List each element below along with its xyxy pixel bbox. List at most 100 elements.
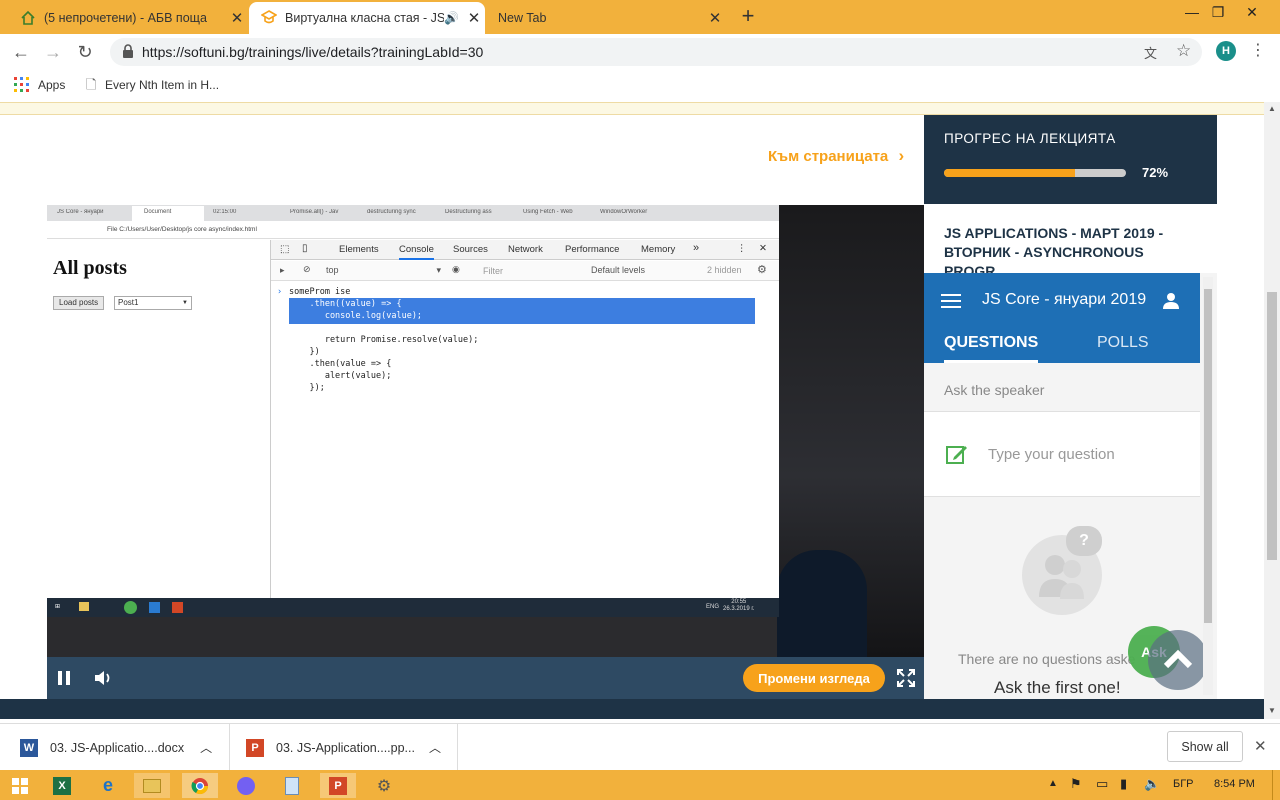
star-icon[interactable]: ☆ xyxy=(1176,41,1191,61)
restore-icon[interactable]: ❐ xyxy=(1204,4,1232,21)
tray-expand-icon[interactable]: ▲ xyxy=(1048,778,1058,789)
minimize-icon[interactable]: — xyxy=(1178,4,1206,20)
tray-language[interactable]: БГР xyxy=(1173,778,1194,790)
video-player[interactable]: JS Core - януари Document 02:15:00 Promi… xyxy=(47,205,924,699)
slido-scroll-thumb[interactable] xyxy=(1204,289,1212,623)
inner-select: Post1 ▼ xyxy=(114,296,192,310)
chevron-up-icon[interactable]: ︿ xyxy=(429,739,441,756)
code-line: console.log(value); xyxy=(289,311,423,321)
scroll-down-icon[interactable]: ▼ xyxy=(1268,706,1276,715)
tab-new-tab[interactable]: New Tab ✕ xyxy=(486,2,726,34)
question-input-card[interactable]: Type your question xyxy=(924,411,1200,497)
notepad-icon[interactable] xyxy=(274,773,310,798)
inner-address-bar: File C:/Users/User/Desktop/js core async… xyxy=(47,221,779,239)
inner-select-value: Post1 xyxy=(118,298,139,307)
progress-bar xyxy=(944,169,1126,177)
viber-icon[interactable] xyxy=(228,773,264,798)
user-icon[interactable] xyxy=(1162,292,1180,313)
bookmark-every-nth[interactable]: Every Nth Item in H... xyxy=(105,78,219,92)
settings-app-icon[interactable]: ⚙ xyxy=(366,773,402,798)
tab-polls[interactable]: POLLS xyxy=(1097,334,1149,352)
chevron-right-icon: › xyxy=(898,146,905,165)
new-tab-button[interactable]: + xyxy=(736,4,760,28)
page-scrollbar[interactable]: ▲ ▼ xyxy=(1264,102,1280,719)
pause-icon[interactable] xyxy=(56,670,72,689)
tray-volume-icon[interactable]: 🔈 xyxy=(1144,776,1160,792)
page-scroll-thumb[interactable] xyxy=(1267,292,1277,560)
speaker-icon[interactable]: 🔊 xyxy=(444,11,459,25)
translate-icon[interactable]: 文 xyxy=(1144,43,1157,62)
bookmark-apps[interactable]: Apps xyxy=(38,78,65,92)
close-icon[interactable]: ✕ xyxy=(704,9,726,27)
tab-title: New Tab xyxy=(498,11,547,25)
tab-abv-mail[interactable]: (5 непрочетени) - АБВ поща ✕ xyxy=(8,2,248,34)
scroll-top-button[interactable] xyxy=(1148,630,1208,690)
back-icon[interactable]: ← xyxy=(8,40,34,64)
powerpoint-taskbar-icon[interactable]: P xyxy=(320,773,356,798)
scroll-up-icon[interactable]: ▲ xyxy=(1268,104,1276,113)
tray-network-icon[interactable]: ▮ xyxy=(1120,776,1127,792)
inner-tab: JS Core - януари xyxy=(57,209,104,215)
forward-icon[interactable]: → xyxy=(40,40,66,64)
file-explorer-icon[interactable] xyxy=(134,773,170,798)
chrome-taskbar-icon[interactable] xyxy=(182,773,218,798)
powerpoint-icon xyxy=(172,602,183,613)
inner-tab: Using Fetch - Web xyxy=(523,209,573,215)
tab-virtual-classroom[interactable]: Виртуална класна стая - JS A 🔊 ✕ xyxy=(249,2,485,34)
chevron-up-icon[interactable]: ︿ xyxy=(200,739,212,756)
code-line: .then(value => { xyxy=(289,359,392,369)
inner-clock: 20:55 26.3.2019 г. xyxy=(723,599,754,613)
internet-explorer-icon[interactable]: e xyxy=(90,773,126,798)
tray-clock[interactable]: 8:54 PM xyxy=(1214,778,1255,790)
dropdown-arrow-icon: ▾ xyxy=(436,265,441,275)
tray-flag-icon[interactable]: ⚑ xyxy=(1070,776,1082,792)
inner-tab: Destructuring ass xyxy=(445,209,492,215)
progress-fill xyxy=(944,169,1076,177)
devtools-tabs: ⬚ ▯ Elements Console Sources Network Per… xyxy=(271,240,779,260)
url-text: https://softuni.bg/trainings/live/detail… xyxy=(142,44,484,60)
dropdown-arrow-icon: ▼ xyxy=(182,300,188,306)
window-close-icon[interactable]: ✕ xyxy=(1238,4,1266,21)
volume-icon[interactable] xyxy=(93,669,113,690)
show-desktop-button[interactable] xyxy=(1272,770,1280,800)
slido-scrollbar[interactable] xyxy=(1203,277,1213,695)
eye-icon: ◉ xyxy=(452,264,460,274)
more-menu-icon[interactable]: ⋮ xyxy=(1250,40,1266,60)
lecture-progress-panel: ПРОГРЕС НА ЛЕКЦИЯТА 72% xyxy=(924,115,1217,204)
show-all-button[interactable]: Show all xyxy=(1167,731,1243,762)
question-input[interactable]: Type your question xyxy=(988,446,1115,463)
tab-title: Виртуална класна стая - JS A xyxy=(285,11,445,25)
tab-questions[interactable]: QUESTIONS xyxy=(944,334,1039,363)
excel-icon[interactable]: X xyxy=(44,773,80,798)
windows-start-icon[interactable] xyxy=(2,773,38,798)
close-icon[interactable]: ✕ xyxy=(463,9,485,27)
apps-grid-icon[interactable] xyxy=(14,77,29,95)
close-icon[interactable]: ✕ xyxy=(226,9,248,27)
devtools-close-icon: ✕ xyxy=(759,243,767,254)
console-toolbar: ▸ ⊘ top ▾ ◉ Filter Default levels 2 hidde… xyxy=(271,261,779,281)
download-item[interactable]: W 03. JS-Applicatio....docx ︿ xyxy=(12,724,230,771)
address-bar[interactable]: https://softuni.bg/trainings/live/detail… xyxy=(110,38,1202,66)
start-icon: ⊞ xyxy=(55,604,61,610)
tray-battery-icon[interactable]: ▭ xyxy=(1096,776,1108,792)
hamburger-icon[interactable] xyxy=(941,293,961,312)
devtools-tab: Network xyxy=(508,244,543,255)
lecturer-video-feed xyxy=(777,205,924,660)
fullscreen-icon[interactable] xyxy=(897,669,915,690)
notice-strip xyxy=(0,102,1264,115)
code-line: .then((value) => { xyxy=(289,299,402,309)
hidden-count: 2 hidden xyxy=(707,265,742,275)
profile-avatar[interactable]: H xyxy=(1216,41,1236,61)
vscode-icon xyxy=(149,602,160,613)
slido-header: JS Core - януари 2019 QUESTIONS POLLS xyxy=(924,273,1200,363)
inner-devtools: ⬚ ▯ Elements Console Sources Network Per… xyxy=(271,240,779,598)
download-item[interactable]: P 03. JS-Application....pp... ︿ xyxy=(238,724,458,771)
chrome-icon xyxy=(124,601,137,614)
sidebar-toggle-icon: ▸ xyxy=(280,265,285,275)
devtools-tab: Sources xyxy=(453,244,488,255)
close-downloads-icon[interactable]: ✕ xyxy=(1254,737,1267,755)
goto-page-link[interactable]: Към страницата › xyxy=(768,146,904,166)
change-view-button[interactable]: Промени изгледа xyxy=(743,664,885,692)
inner-tab: Promise.all() - Jav xyxy=(290,209,339,215)
reload-icon[interactable]: ↻ xyxy=(72,40,98,64)
